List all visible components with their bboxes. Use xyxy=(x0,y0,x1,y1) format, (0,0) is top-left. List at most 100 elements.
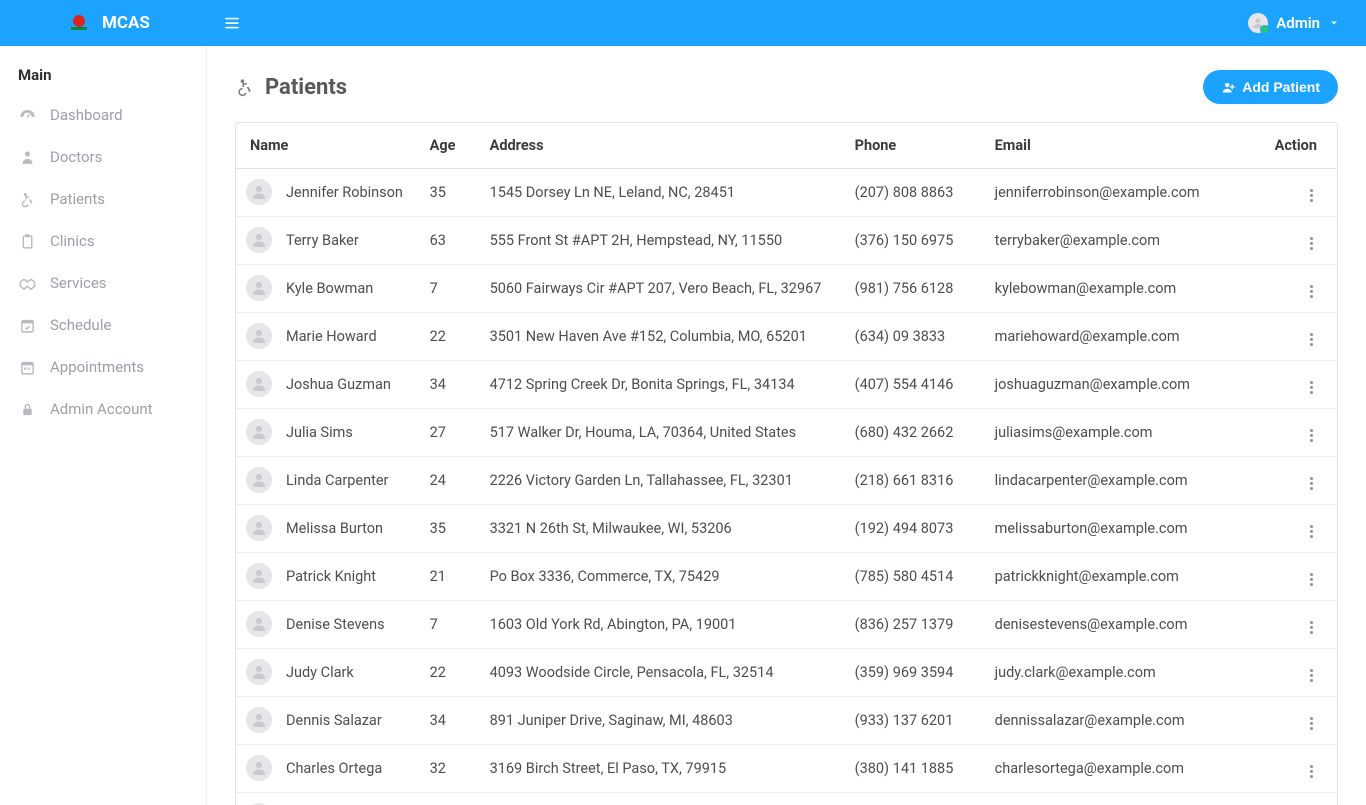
patient-name: Joshua Guzman xyxy=(286,376,391,393)
patient-email: denisestevens@example.com xyxy=(985,601,1265,649)
table-row[interactable]: Dennis Salazar34891 Juniper Drive, Sagin… xyxy=(236,697,1337,745)
sidebar-heading: Main xyxy=(0,60,206,94)
row-actions-button[interactable] xyxy=(1306,665,1317,686)
patient-address: 517 Walker Dr, Houma, LA, 70364, United … xyxy=(480,409,845,457)
table-row[interactable]: Kyle Bowman 75060 Fairways Cir #APT 207, … xyxy=(236,265,1337,313)
patient-age: 32 xyxy=(420,745,480,793)
patient-address: 891 Juniper Drive, Saginaw, MI, 48603 xyxy=(480,697,845,745)
row-actions-button[interactable] xyxy=(1306,233,1317,254)
table-row[interactable]: Julia Sims27517 Walker Dr, Houma, LA, 70… xyxy=(236,409,1337,457)
patient-age: 24 xyxy=(420,793,480,805)
patient-email: patrickknight@example.com xyxy=(985,553,1265,601)
patient-name: Terry Baker xyxy=(286,232,359,249)
patient-email: mariehoward@example.com xyxy=(985,313,1265,361)
sidebar-item-admin-account[interactable]: Admin Account xyxy=(0,388,206,430)
patient-name: Kyle Bowman xyxy=(286,280,373,297)
table-row[interactable]: Marie Howard223501 New Haven Ave #152, C… xyxy=(236,313,1337,361)
patient-name: Charles Ortega xyxy=(286,760,382,777)
handshake-icon xyxy=(18,275,36,292)
sidebar-item-patients[interactable]: Patients xyxy=(0,178,206,220)
col-address: Address xyxy=(480,123,845,169)
row-actions-button[interactable] xyxy=(1306,281,1317,302)
patient-age: 24 xyxy=(420,457,480,505)
avatar-icon xyxy=(246,707,272,733)
patient-phone: (797) 506 1265 xyxy=(845,793,985,805)
patient-name: Judy Clark xyxy=(286,664,354,681)
row-actions-button[interactable] xyxy=(1306,473,1317,494)
user-menu[interactable]: Admin xyxy=(1248,13,1366,33)
patient-phone: (376) 150 6975 xyxy=(845,217,985,265)
row-actions-button[interactable] xyxy=(1306,185,1317,206)
sidebar-item-services[interactable]: Services xyxy=(0,262,206,304)
table-row[interactable]: Judy Clark224093 Woodside Circle, Pensac… xyxy=(236,649,1337,697)
table-row[interactable]: Joshua Guzman344712 Spring Creek Dr, Bon… xyxy=(236,361,1337,409)
row-actions-button[interactable] xyxy=(1306,377,1317,398)
table-row[interactable]: Linda Carpenter242226 Victory Garden Ln,… xyxy=(236,457,1337,505)
sidebar-item-doctors[interactable]: Doctors xyxy=(0,136,206,178)
patient-email: juliasims@example.com xyxy=(985,409,1265,457)
patient-address: 3321 N 26th St, Milwaukee, WI, 53206 xyxy=(480,505,845,553)
table-row[interactable]: Terry Baker63555 Front St #APT 2H, Hemps… xyxy=(236,217,1337,265)
patient-name: Patrick Knight xyxy=(286,568,376,585)
sidebar-item-label: Dashboard xyxy=(50,106,123,124)
patient-phone: (380) 141 1885 xyxy=(845,745,985,793)
table-row[interactable]: Sandra Mendez242535 Linden Avenue, Orlan… xyxy=(236,793,1337,805)
bars-icon xyxy=(223,14,241,32)
table-row[interactable]: Jennifer Robinson351545 Dorsey Ln NE, Le… xyxy=(236,169,1337,217)
row-actions-button[interactable] xyxy=(1306,521,1317,542)
patient-age: 22 xyxy=(420,313,480,361)
patient-name: Marie Howard xyxy=(286,328,377,345)
col-name: Name xyxy=(236,123,420,169)
patient-address: 1545 Dorsey Ln NE, Leland, NC, 28451 xyxy=(480,169,845,217)
sidebar-item-dashboard[interactable]: Dashboard xyxy=(0,94,206,136)
sidebar-item-appointments[interactable]: Appointments xyxy=(0,346,206,388)
patient-email: dennissalazar@example.com xyxy=(985,697,1265,745)
patient-address: 5060 Fairways Cir #APT 207, Vero Beach, … xyxy=(480,265,845,313)
patient-age: 7 xyxy=(420,265,480,313)
table-row[interactable]: Patrick Knight21Po Box 3336, Commerce, T… xyxy=(236,553,1337,601)
sidebar-toggle-button[interactable] xyxy=(217,8,247,38)
row-actions-button[interactable] xyxy=(1306,425,1317,446)
patient-age: 63 xyxy=(420,217,480,265)
patient-phone: (680) 432 2662 xyxy=(845,409,985,457)
patient-name: Dennis Salazar xyxy=(286,712,382,729)
patient-phone: (981) 756 6128 xyxy=(845,265,985,313)
row-actions-button[interactable] xyxy=(1306,617,1317,638)
brand[interactable]: MCAS xyxy=(0,11,207,35)
table-row[interactable]: Denise Stevens71603 Old York Rd, Abingto… xyxy=(236,601,1337,649)
patient-age: 21 xyxy=(420,553,480,601)
patient-email: kylebowman@example.com xyxy=(985,265,1265,313)
avatar-icon xyxy=(246,515,272,541)
patient-age: 35 xyxy=(420,169,480,217)
clipboard-icon xyxy=(18,233,36,250)
sidebar-item-label: Schedule xyxy=(50,316,111,334)
sidebar-item-label: Services xyxy=(50,274,107,292)
patient-email: terrybaker@example.com xyxy=(985,217,1265,265)
user-plus-icon xyxy=(1221,80,1236,95)
row-actions-button[interactable] xyxy=(1306,761,1317,782)
patient-name: Denise Stevens xyxy=(286,616,385,633)
avatar-icon xyxy=(246,419,272,445)
sidebar-item-clinics[interactable]: Clinics xyxy=(0,220,206,262)
table-row[interactable]: Melissa Burton353321 N 26th St, Milwauke… xyxy=(236,505,1337,553)
table-row[interactable]: Charles Ortega323169 Birch Street, El Pa… xyxy=(236,745,1337,793)
row-actions-button[interactable] xyxy=(1306,713,1317,734)
avatar-icon xyxy=(246,611,272,637)
wheelchair-icon xyxy=(235,77,255,97)
sidebar-item-schedule[interactable]: Schedule xyxy=(0,304,206,346)
row-actions-button[interactable] xyxy=(1306,569,1317,590)
patient-email: jenniferrobinson@example.com xyxy=(985,169,1265,217)
page-header: Patients Add Patient xyxy=(235,70,1338,104)
add-patient-button[interactable]: Add Patient xyxy=(1203,70,1338,104)
add-patient-label: Add Patient xyxy=(1242,79,1320,95)
patient-phone: (933) 137 6201 xyxy=(845,697,985,745)
brand-logo-icon xyxy=(64,11,94,35)
avatar-icon xyxy=(246,275,272,301)
patient-email: sandramendez@example.com xyxy=(985,793,1265,805)
patients-table-card: Name Age Address Phone Email Action Jenn… xyxy=(235,122,1338,805)
patient-age: 35 xyxy=(420,505,480,553)
gauge-icon xyxy=(18,107,36,124)
patient-age: 22 xyxy=(420,649,480,697)
row-actions-button[interactable] xyxy=(1306,329,1317,350)
avatar-icon xyxy=(246,563,272,589)
